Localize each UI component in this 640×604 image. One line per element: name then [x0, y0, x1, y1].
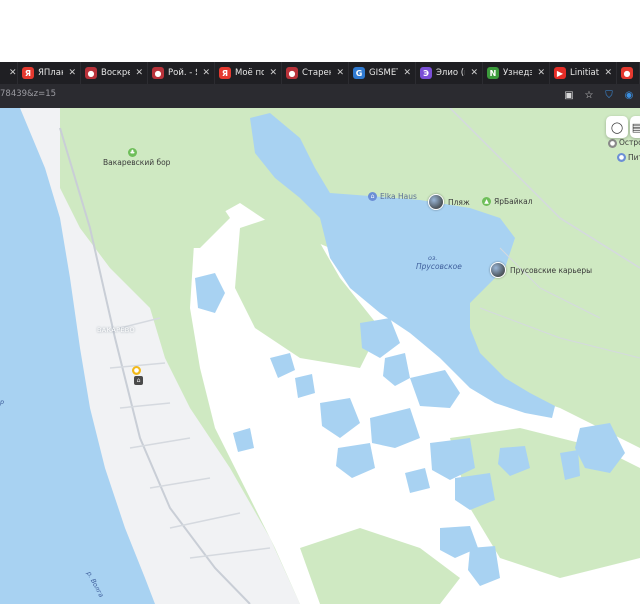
close-tab-icon[interactable]: ✕: [336, 68, 344, 78]
label-plyazh[interactable]: Пляж: [448, 198, 470, 207]
panorama-icon: ▤: [631, 120, 640, 134]
youtube-icon: ▶: [554, 67, 566, 79]
browser-tab[interactable]: Э Элио (м ✕: [416, 62, 483, 84]
label-river-edge: р: [0, 398, 5, 406]
browser-tab-label: Рой. - Я: [168, 68, 197, 78]
address-bar-actions: ▣ ☆ ⛉ ◉: [562, 87, 636, 103]
hotel-icon: ⌂: [368, 192, 377, 201]
recreation-icon: ▲: [482, 197, 491, 206]
forest-icon: ♣: [128, 148, 137, 157]
browser-tab[interactable]: ● Воскрес ✕: [81, 62, 148, 84]
close-tab-icon[interactable]: ✕: [9, 68, 17, 78]
browser-tab-label: GISMETE: [369, 68, 398, 78]
close-tab-icon[interactable]: ✕: [403, 68, 411, 78]
browser-tab[interactable]: G GISMETE ✕: [349, 62, 416, 84]
pikabu-icon: ●: [152, 67, 164, 79]
url-text[interactable]: 78439&z=15: [0, 89, 56, 99]
label-elka-haus[interactable]: Elka Haus: [380, 192, 417, 201]
pikabu-icon: ●: [85, 67, 97, 79]
label-yarbaikal[interactable]: ЯрБайкал: [494, 197, 533, 206]
browser-tab-label: Воскрес: [101, 68, 131, 78]
quarries-photo-pin[interactable]: [490, 262, 506, 278]
map-canvas[interactable]: ♣ Вакаревский бор ⌂ Elka Haus Пляж ▲ ЯрБ…: [0, 108, 640, 604]
app-icon: Э: [420, 67, 432, 79]
browser-tab[interactable]: ●Ка: [617, 62, 640, 84]
browser-tab-label: Элио (м: [436, 68, 465, 78]
station-pin-icon[interactable]: ●: [132, 366, 141, 375]
green-square-icon: N: [487, 67, 499, 79]
label-prusovskie-karery[interactable]: Прусовские карьеры: [510, 266, 592, 275]
map-layer: [0, 108, 640, 604]
label-ostrov[interactable]: Остров: [619, 138, 640, 147]
label-vakarevo[interactable]: ВАКАРЕВО: [97, 326, 135, 334]
pikabu-icon: ●: [286, 67, 298, 79]
label-lake-name[interactable]: Прусовское: [416, 262, 462, 271]
browser-tab-label: ЯПлакал: [38, 68, 63, 78]
pit-icon: ●: [617, 153, 626, 162]
browser-tab-label: Старени: [302, 68, 331, 78]
browser-tab-label: Linitiatio: [570, 68, 600, 78]
label-lake-type: оз.: [428, 254, 438, 262]
close-tab-icon[interactable]: ✕: [604, 68, 612, 78]
browser-tab-strip: Я✕ЯЯПлакал✕●Воскрес✕●Рой. - Я✕ЯМоё пор✕●…: [0, 62, 640, 84]
install-app-icon[interactable]: ▣: [562, 87, 576, 103]
browser-tab[interactable]: ▶ Linitiatio ✕: [550, 62, 617, 84]
browser-tab-label: Моё пор: [235, 68, 265, 78]
map-panorama-button[interactable]: ▤: [630, 116, 640, 138]
gismeteo-icon: G: [353, 67, 365, 79]
label-vakarevsky-bor[interactable]: Вакаревский бор: [103, 158, 170, 167]
browser-tab-label: Узнедэй: [503, 68, 533, 78]
label-pit[interactable]: Пит: [628, 153, 640, 162]
yaplakal-icon: Я: [219, 67, 231, 79]
map-layers-button[interactable]: ◯: [606, 116, 628, 138]
beach-photo-pin[interactable]: [428, 194, 444, 210]
browser-tab[interactable]: Я✕: [0, 62, 18, 84]
shield-icon[interactable]: ⛉: [602, 87, 616, 103]
home-pin-icon[interactable]: ⌂: [134, 376, 143, 385]
address-bar[interactable]: 78439&z=15 ▣ ☆ ⛉ ◉: [0, 84, 640, 108]
extension-icon[interactable]: ◉: [622, 87, 636, 103]
close-tab-icon[interactable]: ✕: [68, 68, 76, 78]
browser-tab[interactable]: ● Старени ✕: [282, 62, 349, 84]
star-icon[interactable]: ☆: [582, 87, 596, 103]
layers-icon: ◯: [610, 120, 624, 134]
close-tab-icon[interactable]: ✕: [537, 68, 545, 78]
close-tab-icon[interactable]: ✕: [470, 68, 478, 78]
close-tab-icon[interactable]: ✕: [135, 68, 143, 78]
close-tab-icon[interactable]: ✕: [202, 68, 210, 78]
ostrov-icon: ●: [608, 139, 617, 148]
page-top-blank: [0, 0, 640, 62]
yaplakal-icon: Я: [22, 67, 34, 79]
browser-tab[interactable]: N Узнедэй ✕: [483, 62, 550, 84]
close-tab-icon[interactable]: ✕: [269, 68, 277, 78]
browser-tab[interactable]: Я Моё пор ✕: [215, 62, 282, 84]
yandex-maps-icon: ●: [621, 67, 633, 79]
browser-tab[interactable]: Я ЯПлакал ✕: [18, 62, 81, 84]
browser-tab[interactable]: ● Рой. - Я ✕: [148, 62, 215, 84]
